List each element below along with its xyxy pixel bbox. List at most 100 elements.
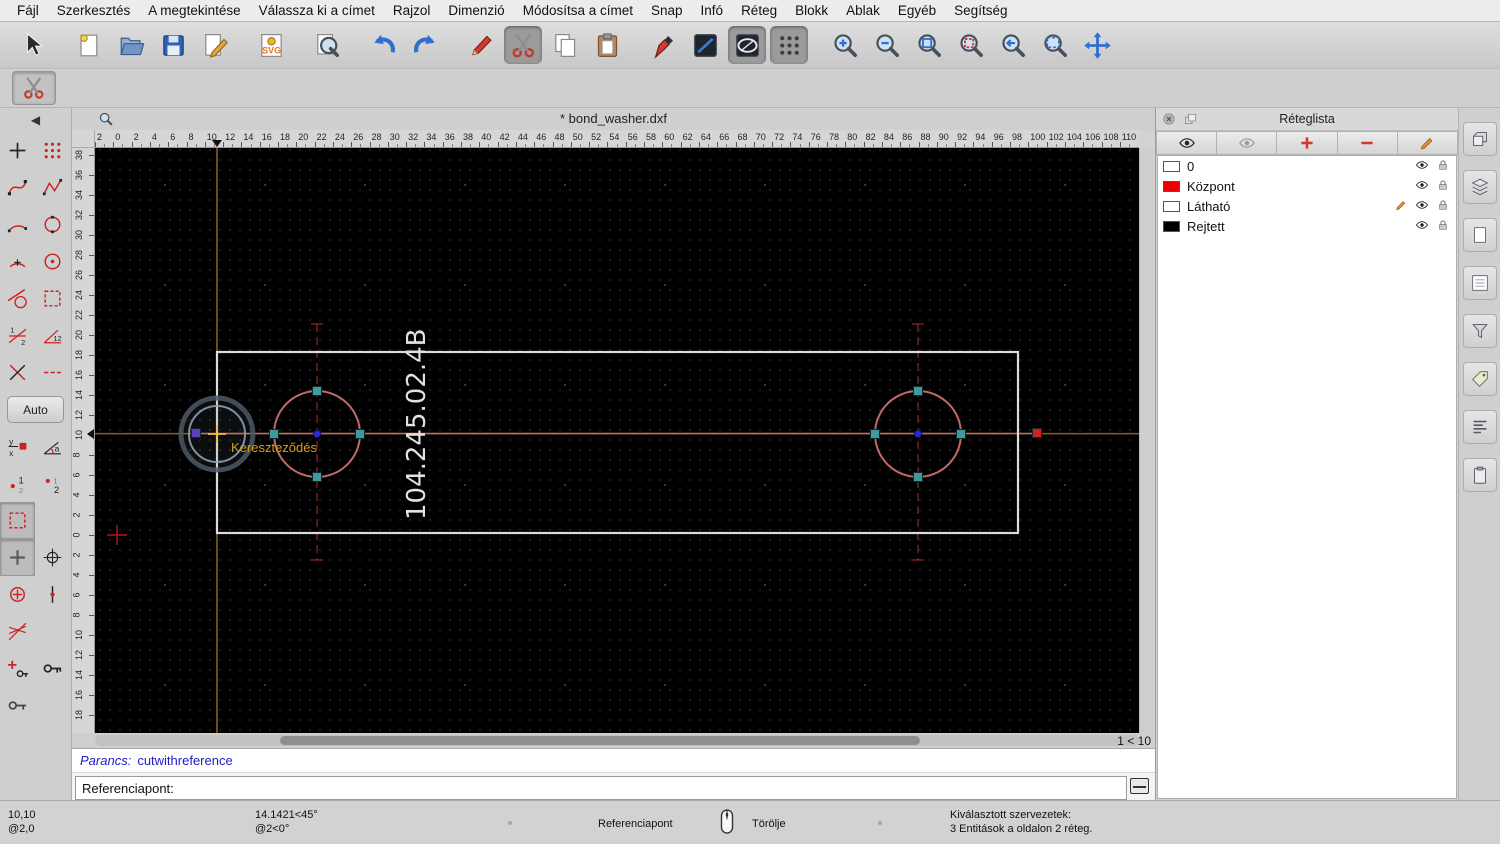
zoom-pan-button[interactable] bbox=[1078, 26, 1116, 64]
tool-tangent-line-button[interactable] bbox=[0, 280, 35, 317]
layer-lock-icon[interactable] bbox=[1430, 178, 1451, 195]
menu-item-egy-b[interactable]: Egyéb bbox=[889, 0, 945, 22]
cut-button[interactable] bbox=[504, 26, 542, 64]
snap-crosshair-button[interactable] bbox=[35, 539, 70, 576]
tool-spline-button[interactable] bbox=[0, 169, 35, 206]
print-preview-button[interactable] bbox=[308, 26, 346, 64]
menu-item-inf-[interactable]: Infó bbox=[692, 0, 733, 22]
snap-grid-button[interactable] bbox=[770, 26, 808, 64]
menu-item-blokk[interactable]: Blokk bbox=[786, 0, 837, 22]
horizontal-scrollbar-thumb[interactable] bbox=[280, 736, 920, 745]
tool-circle-button[interactable] bbox=[35, 206, 70, 243]
menu-item-f-jl[interactable]: Fájl bbox=[8, 0, 48, 22]
dock-entity-list-button[interactable] bbox=[1462, 266, 1497, 300]
tool-rect-select-button[interactable] bbox=[35, 280, 70, 317]
snap-auto-button[interactable]: Auto bbox=[7, 396, 64, 423]
layer-visibility-eye-icon[interactable] bbox=[1409, 158, 1430, 175]
tool-polyline-button[interactable] bbox=[35, 169, 70, 206]
edit-document-button[interactable] bbox=[196, 26, 234, 64]
snap-rays-button[interactable] bbox=[0, 613, 35, 650]
layer-lock-icon[interactable] bbox=[1430, 198, 1451, 215]
modify-layer-button[interactable] bbox=[1397, 131, 1459, 155]
dock-command-history-button[interactable] bbox=[1462, 410, 1497, 444]
layer-lock-icon[interactable] bbox=[1430, 218, 1451, 235]
tool-line-angle-button[interactable]: 12 bbox=[35, 317, 70, 354]
show-all-layers-button[interactable] bbox=[1156, 131, 1218, 155]
panel-close-icon[interactable] bbox=[1161, 111, 1177, 127]
menu-item-szerkeszt-s[interactable]: Szerkesztés bbox=[48, 0, 140, 22]
dock-layers-button[interactable] bbox=[1462, 170, 1497, 204]
tool-point-button[interactable] bbox=[0, 132, 35, 169]
dock-blocks-button[interactable] bbox=[1462, 122, 1497, 156]
ref-point-b-button[interactable]: 12 bbox=[35, 465, 70, 502]
tool-line-cross-button[interactable] bbox=[0, 354, 35, 391]
snap-center-button[interactable] bbox=[0, 576, 35, 613]
tool-point-grid-button[interactable] bbox=[35, 132, 70, 169]
cut-with-reference-button[interactable] bbox=[12, 71, 56, 105]
redo-button[interactable] bbox=[406, 26, 444, 64]
coord-polar-button[interactable]: a bbox=[35, 428, 70, 465]
tool-arc-button[interactable] bbox=[0, 206, 35, 243]
palette-back-button[interactable]: ◀ bbox=[0, 108, 71, 132]
menu-item-v-lassza-ki-a-c-met[interactable]: Válassza ki a címet bbox=[250, 0, 384, 22]
delete-pencil-button[interactable] bbox=[462, 26, 500, 64]
select-window-button[interactable] bbox=[0, 502, 35, 539]
paste-button[interactable] bbox=[588, 26, 626, 64]
menu-item-rajzol[interactable]: Rajzol bbox=[384, 0, 440, 22]
menu-item-snap[interactable]: Snap bbox=[642, 0, 692, 22]
zoom-window-button[interactable] bbox=[1036, 26, 1074, 64]
snap-lock-key-button[interactable] bbox=[0, 650, 35, 687]
menu-item-seg-ts-g[interactable]: Segítség bbox=[945, 0, 1016, 22]
dock-clipboard-button[interactable] bbox=[1462, 458, 1497, 492]
tool-circle-center-button[interactable] bbox=[35, 243, 70, 280]
remove-layer-button[interactable] bbox=[1337, 131, 1398, 155]
snap-vertical-button[interactable] bbox=[35, 576, 70, 613]
add-layer-button[interactable] bbox=[1277, 131, 1338, 155]
layer-visibility-eye-icon[interactable] bbox=[1409, 198, 1430, 215]
tool-line-bisector-button[interactable]: 12 bbox=[0, 317, 35, 354]
line-attributes-button[interactable] bbox=[686, 26, 724, 64]
coord-cartesian-button[interactable]: yx bbox=[0, 428, 35, 465]
copy-button[interactable] bbox=[546, 26, 584, 64]
layer-row-0[interactable]: 0 bbox=[1158, 156, 1456, 176]
menu-item-a-megtekint-se[interactable]: A megtekintése bbox=[139, 0, 249, 22]
undo-button[interactable] bbox=[364, 26, 402, 64]
tool-line-horizontal-button[interactable] bbox=[35, 354, 70, 391]
layer-row-l-that-[interactable]: Látható bbox=[1158, 196, 1456, 216]
panel-detach-icon[interactable] bbox=[1182, 111, 1198, 127]
layer-visibility-eye-icon[interactable] bbox=[1409, 218, 1430, 235]
zoom-in-button[interactable] bbox=[826, 26, 864, 64]
menu-item-ablak[interactable]: Ablak bbox=[837, 0, 889, 22]
drawing-canvas[interactable]: 104.245.02.4B Kereszteződés bbox=[95, 148, 1139, 733]
new-document-button[interactable] bbox=[70, 26, 108, 64]
layer-visibility-eye-icon[interactable] bbox=[1409, 178, 1430, 195]
layer-row-rejtett[interactable]: Rejtett bbox=[1158, 216, 1456, 236]
ellipse-tool-button[interactable] bbox=[728, 26, 766, 64]
tool-arc-center-button[interactable] bbox=[0, 243, 35, 280]
keyboard-toggle-icon[interactable] bbox=[1130, 778, 1149, 794]
menu-item-dimenzi-[interactable]: Dimenzió bbox=[439, 0, 513, 22]
menu-item-m-dos-tsa-a-c-met[interactable]: Módosítsa a címet bbox=[514, 0, 642, 22]
save-document-button[interactable] bbox=[154, 26, 192, 64]
zoom-out-button[interactable] bbox=[868, 26, 906, 64]
attributes-pen-button[interactable] bbox=[644, 26, 682, 64]
layer-row-k-zpont[interactable]: Központ bbox=[1158, 176, 1456, 196]
svg-export-button[interactable]: SVG bbox=[252, 26, 290, 64]
dock-page-button[interactable] bbox=[1462, 218, 1497, 252]
ref-point-a-button[interactable]: 12 bbox=[0, 465, 35, 502]
zoom-previous-button[interactable] bbox=[994, 26, 1032, 64]
layer-lock-icon[interactable] bbox=[1430, 158, 1451, 175]
dock-filter-button[interactable] bbox=[1462, 314, 1497, 348]
horizontal-scrollbar[interactable] bbox=[95, 735, 1139, 746]
menu-item-r-teg[interactable]: Réteg bbox=[732, 0, 786, 22]
vertical-scroll-strip[interactable] bbox=[1139, 148, 1155, 733]
snap-free-button[interactable] bbox=[0, 539, 35, 576]
hide-all-layers-button[interactable] bbox=[1217, 131, 1278, 155]
zoom-selected-button[interactable] bbox=[952, 26, 990, 64]
select-pointer-button[interactable] bbox=[14, 26, 52, 64]
zoom-auto-button[interactable] bbox=[910, 26, 948, 64]
open-document-button[interactable] bbox=[112, 26, 150, 64]
command-input[interactable] bbox=[75, 776, 1127, 800]
lock-key-zero-button[interactable] bbox=[35, 650, 70, 687]
dock-tags-button[interactable] bbox=[1462, 362, 1497, 396]
